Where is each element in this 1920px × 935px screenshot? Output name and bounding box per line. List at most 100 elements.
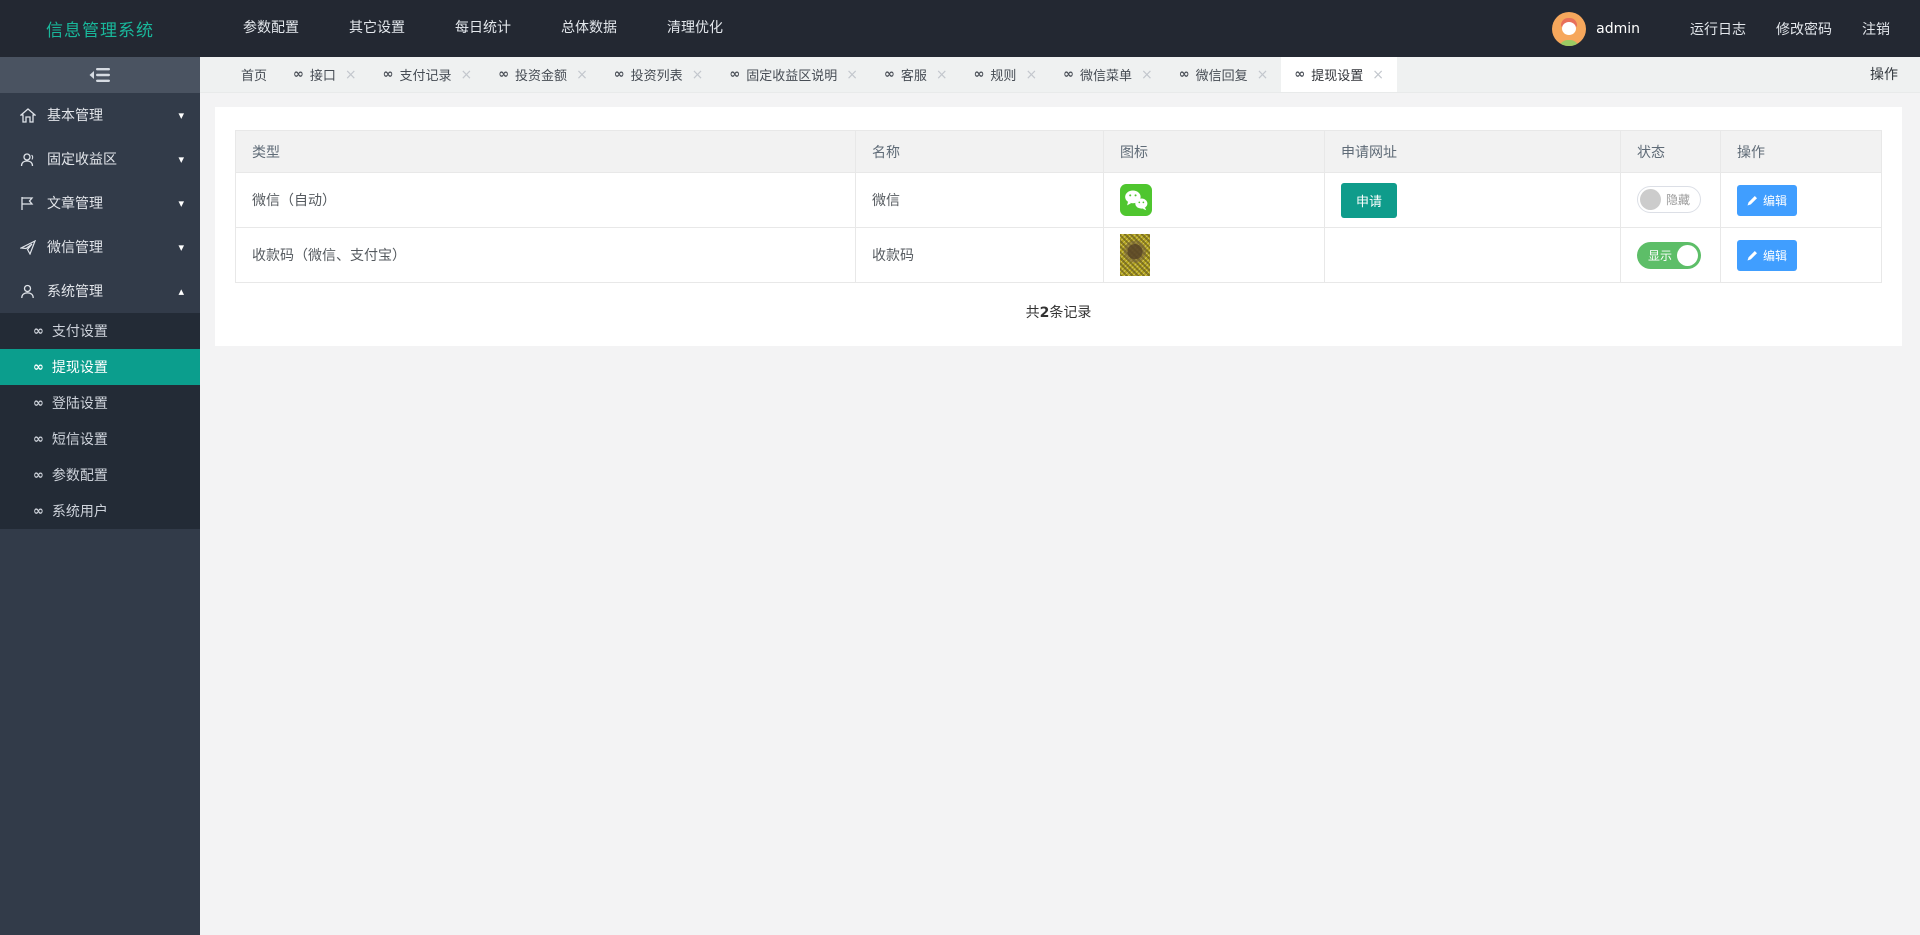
sidebar-sub-login-settings[interactable]: ∞ 登陆设置 xyxy=(0,385,200,421)
tab-invest-amount[interactable]: ∞ 投资金额 × xyxy=(485,57,601,92)
cell-type: 收款码（微信、支付宝） xyxy=(235,227,856,283)
status-toggle-off[interactable]: 隐藏 xyxy=(1637,186,1701,213)
record-count-prefix: 共 xyxy=(1025,305,1040,321)
tab-payment-records[interactable]: ∞ 支付记录 × xyxy=(370,57,486,92)
nav-other-settings[interactable]: 其它设置 xyxy=(324,0,430,57)
run-log-link[interactable]: 运行日志 xyxy=(1690,19,1746,39)
link-icon: ∞ xyxy=(883,67,895,82)
tab-label: 规则 xyxy=(990,69,1017,84)
cell-name: 收款码 xyxy=(855,227,1104,283)
tab-label: 提现设置 xyxy=(1311,69,1364,84)
submenu-item-label: 登陆设置 xyxy=(51,396,108,412)
sidebar-item-label: 系统管理 xyxy=(47,284,103,300)
record-count: 共2条记录 xyxy=(235,283,1882,322)
nav-overall-data[interactable]: 总体数据 xyxy=(536,0,642,57)
submenu-item-label: 系统用户 xyxy=(51,504,108,520)
toggle-label: 隐藏 xyxy=(1666,193,1691,207)
tab-label: 首页 xyxy=(241,69,268,84)
tab-operations-menu[interactable]: 操作 xyxy=(1870,57,1898,93)
sidebar-item-wechat-manage[interactable]: 微信管理 ▾ xyxy=(0,225,200,269)
sidebar-item-article-manage[interactable]: 文章管理 ▾ xyxy=(0,181,200,225)
tab-label: 固定收益区说明 xyxy=(746,69,838,84)
logout-link[interactable]: 注销 xyxy=(1862,19,1890,39)
close-icon[interactable]: × xyxy=(576,67,588,83)
app-window: 信息管理系统 参数配置 其它设置 每日统计 总体数据 清理优化 admin 运行… xyxy=(0,0,1920,935)
home-icon xyxy=(20,107,37,123)
username[interactable]: admin xyxy=(1596,21,1640,37)
tab-customer-service[interactable]: ∞ 客服 × xyxy=(871,57,961,92)
system-manage-submenu: ∞ 支付设置 ∞ 提现设置 ∞ 登陆设置 ∞ 短信设置 ∞ 参数配置 ∞ 系统用… xyxy=(0,313,200,529)
edit-button[interactable]: 编辑 xyxy=(1737,184,1798,216)
sidebar-item-system-manage[interactable]: 系统管理 ▴ xyxy=(0,269,200,313)
link-icon: ∞ xyxy=(33,503,44,519)
link-icon: ∞ xyxy=(1178,67,1190,82)
tab-wechat-reply[interactable]: ∞ 微信回复 × xyxy=(1166,57,1282,92)
main-area: 首页 ∞ 接口 × ∞ 支付记录 × ∞ 投资金额 × ∞ 投资列表 × ∞ 固… xyxy=(200,57,1920,935)
nav-params-config[interactable]: 参数配置 xyxy=(218,0,324,57)
status-toggle-on[interactable]: 显示 xyxy=(1637,241,1701,269)
submenu-item-label: 参数配置 xyxy=(51,468,108,484)
tab-invest-list[interactable]: ∞ 投资列表 × xyxy=(601,57,717,92)
toggle-knob xyxy=(1640,189,1661,210)
tab-home[interactable]: 首页 xyxy=(228,57,280,92)
close-icon[interactable]: × xyxy=(1025,67,1037,83)
pencil-icon xyxy=(1747,195,1757,205)
chevron-down-icon: ▾ xyxy=(178,108,184,122)
change-password-link[interactable]: 修改密码 xyxy=(1776,19,1832,39)
column-header-status: 状态 xyxy=(1620,130,1721,173)
sidebar-sub-sms-settings[interactable]: ∞ 短信设置 xyxy=(0,421,200,457)
apply-button[interactable]: 申请 xyxy=(1341,182,1398,218)
cell-status: 显示 xyxy=(1620,227,1721,283)
sidebar-item-label: 微信管理 xyxy=(47,240,103,256)
toggle-knob xyxy=(1677,244,1698,266)
close-icon[interactable]: × xyxy=(1257,67,1269,83)
main-layout: 基本管理 ▾ 固定收益区 ▾ 文章管理 ▾ 微信管理 ▾ 系统管理 ▴ ∞ 支付… xyxy=(0,57,1920,935)
column-header-actions: 操作 xyxy=(1720,130,1882,173)
link-icon: ∞ xyxy=(613,67,625,82)
user-avatar[interactable] xyxy=(1552,11,1587,46)
tab-rules[interactable]: ∞ 规则 × xyxy=(961,57,1051,92)
sidebar-sub-params-settings[interactable]: ∞ 参数配置 xyxy=(0,457,200,493)
tab-withdraw-settings[interactable]: ∞ 提现设置 × xyxy=(1281,57,1397,92)
cell-type: 微信（自动） xyxy=(235,172,856,228)
chevron-up-icon: ▴ xyxy=(178,284,184,298)
close-icon[interactable]: × xyxy=(345,67,357,83)
nav-cleanup-optimize[interactable]: 清理优化 xyxy=(642,0,748,57)
tab-api[interactable]: ∞ 接口 × xyxy=(280,57,370,92)
cell-actions: 编辑 xyxy=(1720,172,1882,228)
sidebar: 基本管理 ▾ 固定收益区 ▾ 文章管理 ▾ 微信管理 ▾ 系统管理 ▴ ∞ 支付… xyxy=(0,57,200,935)
close-icon[interactable]: × xyxy=(460,67,472,83)
sidebar-sub-payment-settings[interactable]: ∞ 支付设置 xyxy=(0,313,200,349)
sidebar-item-label: 文章管理 xyxy=(47,196,103,212)
navbar-right: admin 运行日志 修改密码 注销 xyxy=(1552,11,1920,46)
tab-fixed-income-desc[interactable]: ∞ 固定收益区说明 × xyxy=(716,57,871,92)
app-logo[interactable]: 信息管理系统 xyxy=(0,16,200,41)
sidebar-sub-withdraw-settings[interactable]: ∞ 提现设置 xyxy=(0,349,200,385)
sidebar-sub-system-users[interactable]: ∞ 系统用户 xyxy=(0,493,200,529)
send-icon xyxy=(20,239,37,255)
sidebar-collapse-button[interactable] xyxy=(0,57,200,93)
cell-actions: 编辑 xyxy=(1720,227,1882,283)
avatar-face xyxy=(1562,21,1577,35)
link-icon: ∞ xyxy=(33,395,44,411)
close-icon[interactable]: × xyxy=(846,67,858,83)
nav-daily-stats[interactable]: 每日统计 xyxy=(430,0,536,57)
sidebar-item-label: 固定收益区 xyxy=(47,152,117,168)
tab-label: 投资列表 xyxy=(630,69,683,84)
tab-label: 支付记录 xyxy=(399,69,452,84)
close-icon[interactable]: × xyxy=(1141,67,1153,83)
tab-wechat-menu[interactable]: ∞ 微信菜单 × xyxy=(1050,57,1166,92)
column-header-type: 类型 xyxy=(235,130,856,173)
tab-label: 客服 xyxy=(900,69,927,84)
link-icon: ∞ xyxy=(729,67,741,82)
edit-button[interactable]: 编辑 xyxy=(1737,239,1798,271)
sidebar-item-basic-manage[interactable]: 基本管理 ▾ xyxy=(0,93,200,137)
cell-name: 微信 xyxy=(855,172,1104,228)
sidebar-item-fixed-income[interactable]: 固定收益区 ▾ xyxy=(0,137,200,181)
cell-icon xyxy=(1103,227,1325,283)
link-icon: ∞ xyxy=(1294,67,1306,82)
close-icon[interactable]: × xyxy=(692,67,704,83)
close-icon[interactable]: × xyxy=(1372,67,1384,83)
top-navbar: 信息管理系统 参数配置 其它设置 每日统计 总体数据 清理优化 admin 运行… xyxy=(0,0,1920,57)
close-icon[interactable]: × xyxy=(936,67,948,83)
